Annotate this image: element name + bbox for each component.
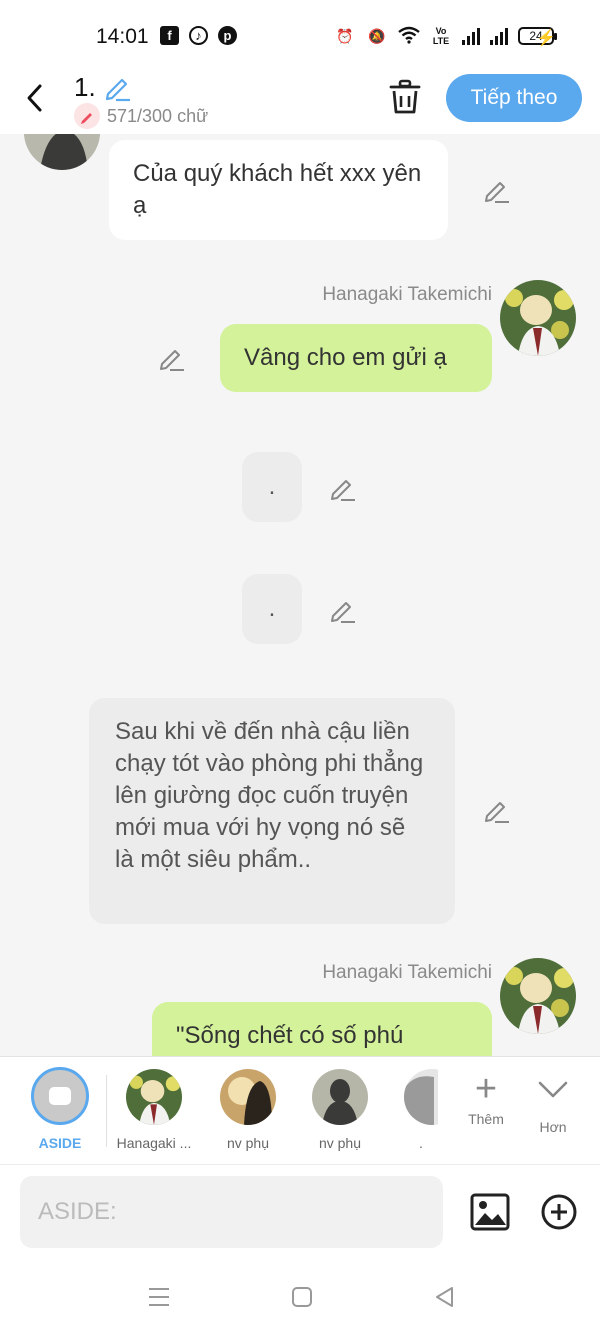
avatar (312, 1069, 368, 1125)
avatar[interactable] (500, 958, 576, 1034)
edit-pencil-icon[interactable] (329, 474, 357, 502)
edit-pencil-icon[interactable] (483, 796, 511, 824)
square-icon (292, 1287, 312, 1307)
message-bubble[interactable]: Vâng cho em gửi ạ (220, 324, 492, 392)
sender-name: Hanagaki Takemichi (322, 962, 492, 983)
character-aside[interactable]: ASIDE (28, 1067, 92, 1151)
composer (0, 1164, 600, 1260)
message-bubble[interactable]: Của quý khách hết xxx yên ạ (109, 140, 448, 240)
facebook-icon: f (160, 26, 179, 45)
aside-icon (31, 1067, 89, 1125)
clock: 14:01 (96, 25, 149, 48)
word-count: 571/300 chữ (107, 106, 209, 126)
chapter-title[interactable]: 1. (74, 72, 96, 103)
pencil-icon[interactable] (102, 72, 132, 102)
add-label: Thêm (468, 1111, 504, 1127)
sender-name: Hanagaki Takemichi (322, 284, 492, 305)
insert-image-button[interactable] (470, 1193, 510, 1231)
avatar[interactable] (500, 280, 576, 356)
next-button[interactable]: Tiếp theo (446, 74, 582, 122)
character-nv-phu[interactable]: nv phụ (302, 1069, 378, 1151)
avatar[interactable] (24, 134, 100, 170)
chevron-down-icon (530, 1069, 576, 1117)
delete-button[interactable] (388, 78, 422, 116)
edit-pencil-icon[interactable] (483, 176, 511, 204)
trash-icon (389, 79, 421, 114)
pinterest-icon: p (218, 26, 237, 45)
character-label: Hanagaki ... (116, 1135, 192, 1151)
home-button[interactable] (289, 1284, 315, 1310)
avatar (404, 1069, 438, 1125)
header-bar: 1. 571/300 chữ Tiếp theo (0, 70, 600, 134)
character-label: nv phụ (318, 1135, 362, 1151)
system-nav-bar (0, 1260, 600, 1333)
character-label: . (419, 1135, 423, 1151)
plus-icon: + (474, 1068, 498, 1110)
image-icon (470, 1193, 510, 1231)
character-selector: ASIDE Hanagaki ... nv phụ nv phụ . + Thê… (0, 1056, 600, 1164)
signal-icon (462, 27, 480, 45)
tiktok-icon: ♪ (189, 26, 208, 45)
back-nav-button[interactable] (432, 1284, 458, 1310)
character-label: ASIDE (38, 1135, 82, 1151)
volte-icon: Vo LTE (432, 26, 450, 46)
plus-circle-icon (541, 1194, 577, 1230)
word-count-pencil-icon (74, 103, 100, 129)
character-label: nv phụ (226, 1135, 270, 1151)
divider (106, 1075, 107, 1147)
message-input[interactable] (20, 1176, 443, 1248)
character-nv-phu[interactable]: nv phụ (210, 1069, 286, 1151)
chevron-left-icon (27, 84, 42, 112)
charging-icon: ⚡ (536, 30, 556, 47)
triangle-back-icon (436, 1287, 453, 1307)
message-bubble[interactable]: Sau khi về đến nhà cậu liền chạy tót vào… (89, 698, 455, 924)
add-character-button[interactable]: + Thêm (462, 1069, 510, 1127)
character-partial[interactable]: . (404, 1069, 438, 1151)
avatar (126, 1069, 182, 1125)
message-bubble[interactable]: . (242, 452, 302, 522)
more-button[interactable]: Hơn (530, 1069, 576, 1135)
signal-icon (490, 27, 508, 45)
menu-button[interactable] (146, 1284, 172, 1310)
status-bar: 14:01 f ♪ p ⏰ 🔕 Vo LTE 24 ⚡ (0, 0, 600, 70)
mute-icon: 🔕 (368, 28, 386, 44)
character-hanagaki[interactable]: Hanagaki ... (112, 1069, 196, 1151)
alarm-icon: ⏰ (336, 28, 354, 44)
edit-pencil-icon[interactable] (158, 344, 186, 372)
avatar (220, 1069, 276, 1125)
edit-pencil-icon[interactable] (329, 596, 357, 624)
add-button[interactable] (540, 1193, 578, 1231)
more-label: Hơn (539, 1119, 567, 1135)
wifi-icon (398, 26, 420, 46)
menu-icon (149, 1288, 169, 1306)
back-button[interactable] (22, 78, 52, 118)
message-bubble[interactable]: "Sống chết có số phú (152, 1002, 492, 1056)
message-bubble[interactable]: . (242, 574, 302, 644)
chat-area[interactable]: Của quý khách hết xxx yên ạ Hanagaki Tak… (0, 134, 600, 1056)
